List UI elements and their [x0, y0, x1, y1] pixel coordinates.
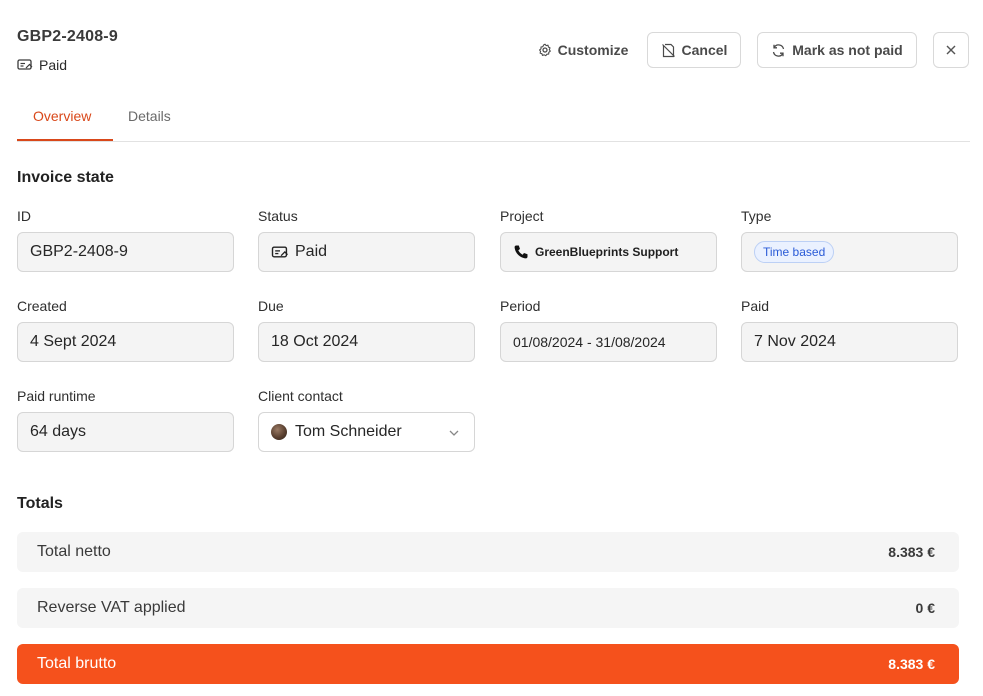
id-value: GBP2-2408-9 [30, 243, 128, 260]
refresh-icon [771, 43, 786, 58]
period-field: 01/08/2024 - 31/08/2024 [500, 322, 717, 362]
status-value: Paid [295, 243, 328, 260]
tab-bar: Overview Details [17, 100, 970, 142]
paid-runtime-value: 64 days [30, 423, 87, 440]
period-value: 01/08/2024 - 31/08/2024 [513, 334, 666, 350]
period-label: Period [500, 298, 541, 314]
total-brutto-label: Total brutto [37, 655, 117, 672]
project-value: GreenBlueprints Support [535, 245, 679, 259]
invoice-state-heading: Invoice state [17, 169, 114, 186]
due-label: Due [258, 298, 284, 314]
avatar [271, 424, 287, 440]
invoice-status: Paid [17, 57, 67, 73]
type-label: Type [741, 208, 772, 224]
cancel-label: Cancel [681, 42, 728, 58]
client-contact-select[interactable]: Tom Schneider [258, 412, 475, 452]
customize-button[interactable]: Customize [528, 32, 638, 68]
project-field[interactable]: GreenBlueprints Support [500, 232, 717, 272]
status-field: Paid [258, 232, 475, 272]
created-label: Created [17, 298, 67, 314]
tab-details[interactable]: Details [128, 108, 171, 124]
invoice-status-label: Paid [39, 57, 68, 73]
paid-date-field: 7 Nov 2024 [741, 322, 958, 362]
cancel-document-icon [661, 43, 676, 58]
cancel-button[interactable]: Cancel [647, 32, 741, 68]
due-value: 18 Oct 2024 [271, 333, 359, 350]
gear-icon [538, 43, 552, 57]
reverse-vat-value: 0 € [915, 600, 935, 616]
created-value: 4 Sept 2024 [30, 333, 117, 350]
project-label: Project [500, 208, 544, 224]
total-brutto-row: Total brutto 8.383 € [17, 644, 959, 684]
paid-runtime-label: Paid runtime [17, 388, 96, 404]
mark-not-paid-button[interactable]: Mark as not paid [757, 32, 917, 68]
phone-icon [513, 244, 529, 260]
invoice-title: GBP2-2408-9 [17, 28, 118, 45]
total-netto-row: Total netto 8.383 € [17, 532, 959, 572]
mark-not-paid-label: Mark as not paid [792, 42, 903, 58]
chevron-down-icon [448, 426, 460, 444]
close-icon [946, 45, 956, 55]
invoice-paid-icon [17, 58, 33, 72]
created-field: 4 Sept 2024 [17, 322, 234, 362]
active-tab-indicator [17, 139, 113, 141]
id-label: ID [17, 208, 31, 224]
type-field: Time based [741, 232, 958, 272]
paid-label: Paid [741, 298, 770, 314]
tab-overview[interactable]: Overview [33, 108, 91, 124]
paid-date-value: 7 Nov 2024 [754, 333, 836, 350]
customize-label: Customize [557, 42, 629, 58]
id-field: GBP2-2408-9 [17, 232, 234, 272]
totals-heading: Totals [17, 495, 63, 512]
total-netto-label: Total netto [37, 543, 111, 560]
invoice-paid-icon [271, 245, 289, 260]
reverse-vat-row: Reverse VAT applied 0 € [17, 588, 959, 628]
close-button[interactable] [933, 32, 969, 68]
client-contact-value: Tom Schneider [295, 423, 402, 440]
invoice-detail-panel: GBP2-2408-9 Paid Customize Cancel Mark a… [0, 0, 983, 696]
reverse-vat-label: Reverse VAT applied [37, 599, 186, 616]
total-brutto-value: 8.383 € [888, 656, 935, 672]
due-field: 18 Oct 2024 [258, 322, 475, 362]
type-badge: Time based [754, 241, 835, 263]
status-label: Status [258, 208, 298, 224]
total-netto-value: 8.383 € [888, 544, 935, 560]
paid-runtime-field: 64 days [17, 412, 234, 452]
client-contact-label: Client contact [258, 388, 343, 404]
